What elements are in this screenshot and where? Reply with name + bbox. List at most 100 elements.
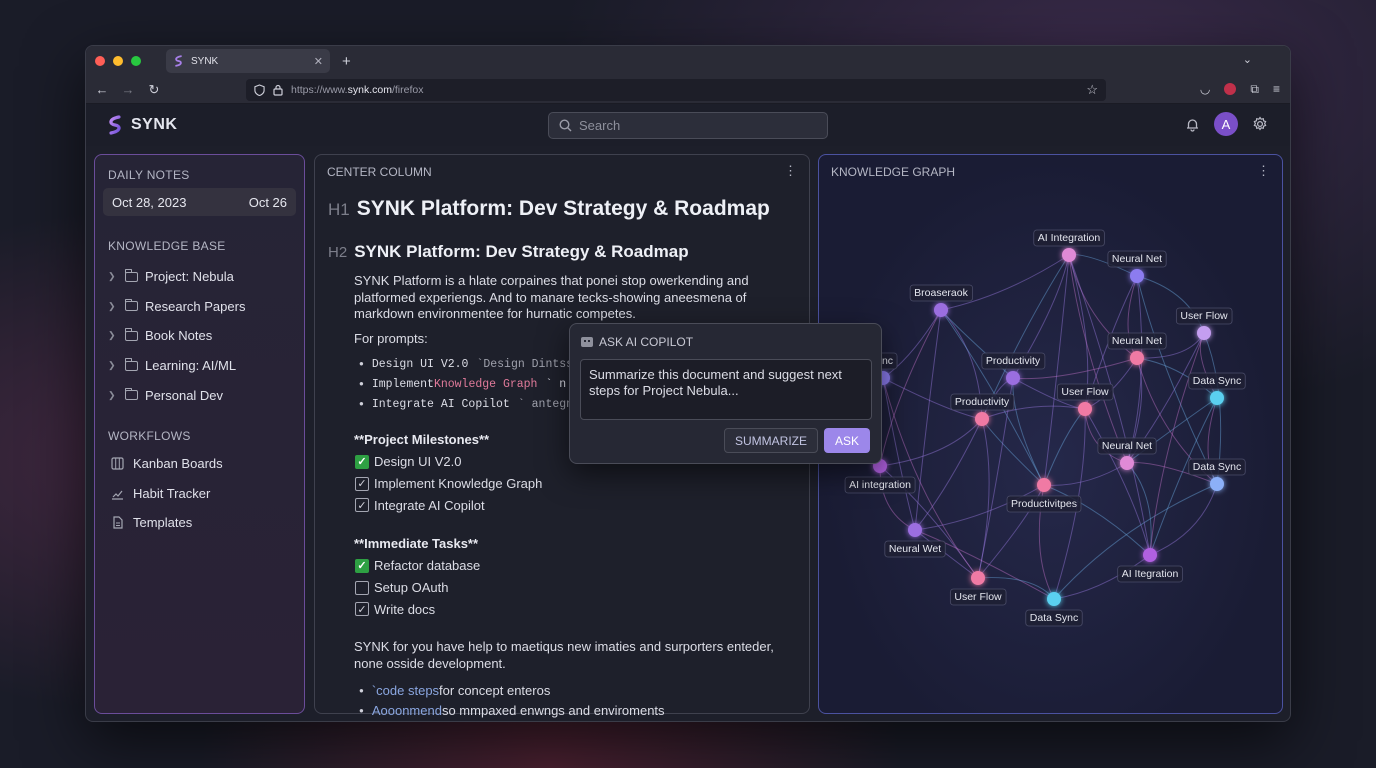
milestone-item[interactable]: ✓ Integrate AI Copilot [355,495,542,517]
new-tab-icon[interactable]: + [342,53,351,70]
bell-icon[interactable] [1185,117,1200,132]
graph-node[interactable]: User Flow [949,571,1007,606]
graph-node-dot[interactable] [1120,456,1134,470]
graph-node[interactable]: AI Itegration [1117,548,1183,583]
maximize-window-button[interactable] [131,56,141,66]
graph-node[interactable]: User Flow [1056,383,1114,416]
document-paragraph[interactable]: SYNK Platform is a hlate corpaines that … [354,273,784,323]
menu-hamburger-icon[interactable]: ≡ [1273,82,1280,97]
tab-list-chevron-icon[interactable]: ⌄ [1243,53,1252,66]
extensions-puzzle-icon[interactable]: ⧉ [1250,82,1259,97]
daily-note-date[interactable]: Oct 28, 2023 Oct 26 [103,188,296,216]
graph-node[interactable]: Neural Wet [884,523,946,558]
graph-node[interactable]: Data Sync [1025,592,1083,627]
daily-notes-title: DAILY NOTES [108,168,190,182]
task-item[interactable]: ✓ Write docs [355,599,480,621]
document-heading-2[interactable]: H2 SYNK Platform: Dev Strategy & Roadmap [328,242,689,262]
sidebar-item-book-notes[interactable]: ❯ Book Notes [108,321,245,351]
document-paragraph-2[interactable]: SYNK for you have help to maetiqus new i… [354,639,784,672]
gear-icon[interactable] [1252,116,1268,132]
checkbox-checked-icon[interactable]: ✓ [355,498,369,513]
bookmark-star-icon[interactable]: ☆ [1086,82,1098,98]
graph-node-dot[interactable] [1130,269,1144,283]
shield-icon[interactable] [254,84,265,96]
browser-tab[interactable]: SYNK ✕ [166,49,330,73]
tasks-heading[interactable]: **Immediate Tasks** [354,536,478,551]
milestone-item[interactable]: ✓ Design UI V2.0 [355,451,542,473]
graph-node-dot[interactable] [934,303,948,317]
more-options-icon[interactable]: ⋮ [784,163,797,179]
graph-node[interactable]: Productivity [981,352,1046,385]
graph-node-dot[interactable] [1197,326,1211,340]
document-heading-1[interactable]: H1 SYNK Platform: Dev Strategy & Roadmap [328,197,770,221]
brand-logo[interactable]: SYNK [106,115,177,135]
sidebar-item-learning-ai-ml[interactable]: ❯ Learning: AI/ML [108,351,245,381]
checkbox-checked-icon[interactable]: ✓ [355,476,369,491]
checkbox-checked-icon[interactable]: ✓ [355,602,369,617]
close-window-button[interactable] [95,56,105,66]
avatar[interactable]: A [1214,112,1238,136]
graph-node-dot[interactable] [1037,478,1051,492]
close-tab-icon[interactable]: ✕ [314,55,323,68]
graph-node[interactable]: Neural Net [1107,332,1167,365]
list-item[interactable]: ● Implement Knowledge Graph ` n [359,374,595,394]
pocket-icon[interactable]: ◡ [1200,82,1210,97]
forward-arrow-icon[interactable]: → [115,82,141,97]
graph-node-dot[interactable] [1047,592,1061,606]
summarize-button[interactable]: SUMMARIZE [723,428,818,453]
graph-node[interactable]: Productivitpes [1006,478,1082,513]
url-bar[interactable]: https://www.synk.com/firefox ☆ [246,79,1106,101]
lock-icon[interactable] [273,84,283,96]
knowledge-graph[interactable]: AI Integration Neural Net Broaseraok User F… [819,155,1282,713]
reload-icon[interactable]: ↻ [141,82,167,98]
checkbox-done-icon[interactable]: ✓ [355,454,369,469]
search-box[interactable] [548,112,828,139]
graph-node[interactable]: Neural Net [1097,437,1157,470]
minimize-window-button[interactable] [113,56,123,66]
milestone-item[interactable]: ✓ Implement Knowledge Graph [355,473,542,495]
back-arrow-icon[interactable]: ← [89,82,115,97]
graph-node-dot[interactable] [1130,351,1144,365]
sidebar-item-personal-dev[interactable]: ❯ Personal Dev [108,380,245,410]
milestones-heading[interactable]: **Project Milestones** [354,432,489,447]
graph-node[interactable]: Broaseraok [909,284,973,317]
graph-node-dot[interactable] [975,412,989,426]
chevron-right-icon[interactable]: ❯ [108,301,118,312]
graph-node[interactable]: Productivity [950,393,1015,426]
graph-node[interactable]: Data Sync [1188,458,1246,491]
chevron-right-icon[interactable]: ❯ [108,390,118,401]
graph-node-dot[interactable] [1210,477,1224,491]
chevron-right-icon[interactable]: ❯ [108,271,118,282]
task-item[interactable]: Setup OAuth [355,577,480,599]
chevron-right-icon[interactable]: ❯ [108,330,118,341]
checkbox-done-icon[interactable]: ✓ [355,558,369,573]
graph-node-dot[interactable] [1062,248,1076,262]
sidebar-item-templates[interactable]: Templates [111,508,223,538]
graph-node-dot[interactable] [971,571,985,585]
graph-node-dot[interactable] [908,523,922,537]
graph-node-dot[interactable] [1006,371,1020,385]
graph-node[interactable]: User Flow [1175,307,1233,340]
list-item[interactable]: ● `code steps for concept enteros [359,680,665,700]
checkbox-empty-icon[interactable] [355,580,369,595]
graph-node[interactable]: AI Integration [1033,229,1105,262]
graph-node-dot[interactable] [1210,391,1224,405]
extension-badge-icon[interactable] [1224,83,1237,95]
list-item[interactable]: ● Integrate AI Copilot ` antegntm [359,394,595,414]
copilot-prompt-input[interactable]: Summarize this document and suggest next… [580,359,872,420]
task-item[interactable]: ✓ Refactor database [355,555,480,577]
graph-node[interactable]: Neural Net [1107,250,1167,283]
sidebar-item-habit-tracker[interactable]: Habit Tracker [111,479,223,509]
sidebar-item-research-papers[interactable]: ❯ Research Papers [108,292,245,322]
graph-node-dot[interactable] [1078,402,1092,416]
list-item[interactable]: ● Aooonmend so mmpaxed enwngs and envirom… [359,700,665,720]
ask-button[interactable]: ASK [823,428,870,453]
search-input[interactable] [579,118,799,133]
graph-node-dot[interactable] [1143,548,1157,562]
sidebar-item-kanban-boards[interactable]: Kanban Boards [111,449,223,479]
graph-node[interactable]: Data Sync [1188,372,1246,405]
list-item[interactable]: ● Design UI V2.0 `Design Dintss [359,354,595,374]
sidebar-item-project-nebula[interactable]: ❯ Project: Nebula [108,262,245,292]
chevron-right-icon[interactable]: ❯ [108,360,118,371]
app-header: SYNK A [86,104,1290,146]
